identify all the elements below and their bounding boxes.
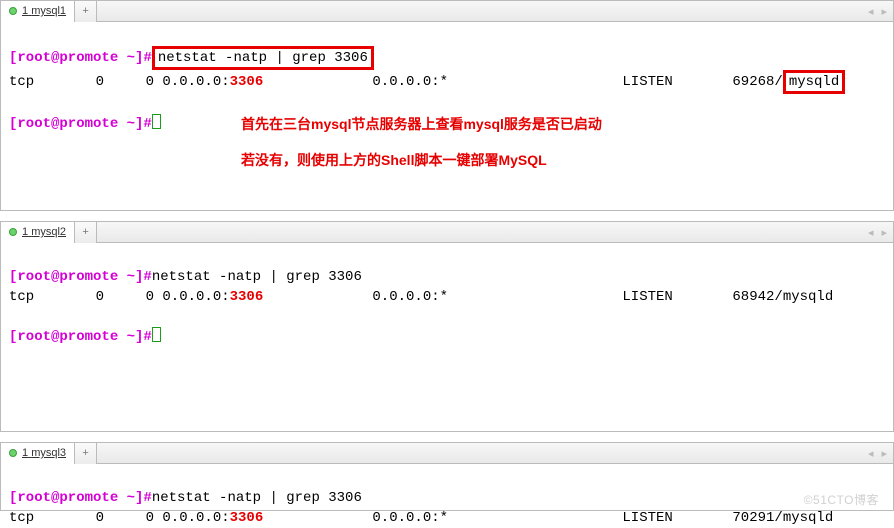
cursor-icon — [152, 114, 161, 129]
status-dot-icon — [9, 228, 17, 236]
command-text: netstat -natp | grep 3306 — [152, 269, 362, 285]
tab-prev-icon[interactable]: ◂ — [868, 447, 874, 460]
col-pid: 70291/mysqld — [732, 508, 833, 528]
cursor-icon — [152, 327, 161, 342]
col-recvq: 0 — [69, 287, 124, 307]
terminal-output[interactable]: [root@promote ~]#netstat -natp | grep 33… — [1, 464, 893, 510]
col-local: 0.0.0.0:3306 — [162, 72, 372, 92]
shell-prompt: [root@promote ~]# — [9, 50, 152, 66]
tab-bar: 1 mysql2 + ◂ ▸ — [1, 221, 893, 243]
tab-bar: 1 mysql1 + ◂ ▸ — [1, 0, 893, 22]
port-highlight: 3306 — [230, 510, 264, 526]
tab-nav: ◂ ▸ — [868, 5, 893, 18]
col-foreign: 0.0.0.0:* — [372, 72, 622, 92]
tab-next-icon[interactable]: ▸ — [881, 226, 887, 239]
shell-prompt: [root@promote ~]# — [9, 269, 152, 285]
col-state: LISTEN — [622, 287, 732, 307]
netstat-row: tcp00 0.0.0.0:33060.0.0.0:*LISTEN68942/m… — [9, 287, 833, 307]
col-state: LISTEN — [622, 72, 732, 92]
netstat-row: tcp00 0.0.0.0:33060.0.0.0:*LISTEN69268/m… — [9, 70, 845, 94]
tab-nav: ◂ ▸ — [868, 447, 893, 460]
col-proto: tcp — [9, 287, 69, 307]
terminal-output[interactable]: [root@promote ~]# netstat -natp | grep 33… — [1, 22, 893, 210]
col-foreign: 0.0.0.0:* — [372, 287, 622, 307]
tab-label: 1 mysql3 — [22, 447, 66, 459]
col-recvq: 0 — [69, 72, 124, 92]
shell-prompt: [root@promote ~]# — [9, 329, 152, 345]
tab-next-icon[interactable]: ▸ — [881, 5, 887, 18]
tab-label: 1 mysql2 — [22, 226, 66, 238]
tab-label: 1 mysql1 — [22, 5, 66, 17]
terminal-pane-mysql1: 1 mysql1 + ◂ ▸ [root@promote ~]# netstat … — [0, 0, 894, 211]
tab-prev-icon[interactable]: ◂ — [868, 226, 874, 239]
tab-bar: 1 mysql3 + ◂ ▸ — [1, 442, 893, 464]
port-highlight: 3306 — [230, 74, 264, 90]
command-text: netstat -natp | grep 3306 — [152, 490, 362, 506]
shell-prompt: [root@promote ~]# — [9, 490, 152, 506]
col-local: 0.0.0.0:3306 — [162, 287, 372, 307]
tab-prev-icon[interactable]: ◂ — [868, 5, 874, 18]
col-sendq: 0 — [124, 508, 154, 528]
add-tab-button[interactable]: + — [75, 222, 97, 243]
add-tab-button[interactable]: + — [75, 443, 97, 464]
status-dot-icon — [9, 7, 17, 15]
terminal-pane-mysql2: 1 mysql2 + ◂ ▸ [root@promote ~]#netstat … — [0, 221, 894, 432]
netstat-row: tcp00 0.0.0.0:33060.0.0.0:*LISTEN70291/m… — [9, 508, 833, 528]
command-highlight: netstat -natp | grep 3306 — [152, 46, 374, 70]
tab-mysql1[interactable]: 1 mysql1 — [1, 1, 75, 22]
command-text: netstat -natp | grep 3306 — [158, 50, 368, 66]
tab-mysql2[interactable]: 1 mysql2 — [1, 222, 75, 243]
col-sendq: 0 — [124, 72, 154, 92]
tab-next-icon[interactable]: ▸ — [881, 447, 887, 460]
terminal-output[interactable]: [root@promote ~]#netstat -natp | grep 33… — [1, 243, 893, 431]
process-highlight: mysqld — [783, 70, 845, 94]
col-pid: 69268/mysqld — [732, 70, 845, 94]
col-recvq: 0 — [69, 508, 124, 528]
terminal-pane-mysql3: 1 mysql3 + ◂ ▸ [root@promote ~]#netstat … — [0, 442, 894, 511]
shell-prompt: [root@promote ~]# — [9, 116, 152, 132]
annotation-line1: 首先在三台mysql节点服务器上查看mysql服务是否已启动 — [241, 114, 602, 134]
tab-nav: ◂ ▸ — [868, 226, 893, 239]
port-highlight: 3306 — [230, 289, 264, 305]
col-local: 0.0.0.0:3306 — [162, 508, 372, 528]
col-proto: tcp — [9, 508, 69, 528]
col-sendq: 0 — [124, 287, 154, 307]
add-tab-button[interactable]: + — [75, 1, 97, 22]
col-proto: tcp — [9, 72, 69, 92]
col-pid: 68942/mysqld — [732, 287, 833, 307]
col-foreign: 0.0.0.0:* — [372, 508, 622, 528]
annotation-line2: 若没有，则使用上方的Shell脚本一键部署MySQL — [241, 150, 547, 170]
status-dot-icon — [9, 449, 17, 457]
tab-mysql3[interactable]: 1 mysql3 — [1, 443, 75, 464]
col-state: LISTEN — [622, 508, 732, 528]
